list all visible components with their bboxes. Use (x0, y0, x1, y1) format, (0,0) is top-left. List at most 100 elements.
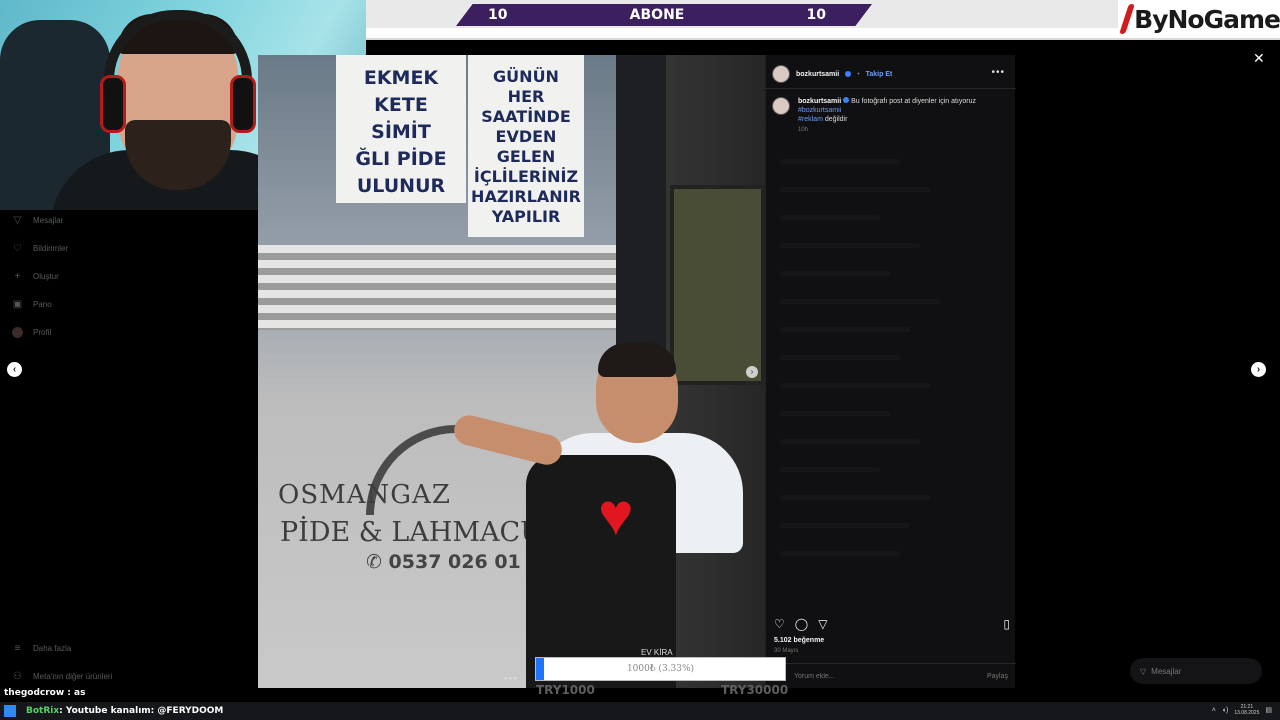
shop-subtitle: PİDE & LAHMACU (280, 517, 543, 548)
chat-message: thegodcrow : as (4, 688, 86, 698)
sign-line: SAATİNDE (481, 107, 571, 126)
next-post-button[interactable]: › (1251, 362, 1266, 377)
caption-time: 10h (798, 127, 809, 133)
sidebar-item-notifications[interactable]: ♡ Bildirimler (12, 243, 68, 254)
sidebar-item-meta-products[interactable]: ⚇ Meta'nın diğer ürünleri (12, 671, 112, 682)
post-caption: bozkurtsamii Bu fotoğrafı post at diyenl… (772, 97, 998, 135)
previous-post-button[interactable]: ‹ (7, 362, 22, 377)
bot-name: BotRix (26, 706, 60, 716)
caption-tail: değildir (824, 116, 848, 123)
chat-username: thegodcrow (4, 688, 65, 698)
sign-line: HAZIRLANIR (471, 187, 581, 206)
sidebar-item-label: Meta'nın diğer ürünleri (33, 672, 113, 681)
donation-goal-bar: 1000₺ (3.33%) (535, 657, 786, 681)
sidebar-item-more[interactable]: ≡ Daha fazla (12, 643, 72, 654)
like-heart-icon[interactable]: ♡ (774, 617, 785, 631)
menu-icon: ≡ (14, 643, 21, 654)
hashtag-link[interactable]: #reklam (798, 116, 823, 123)
follow-button[interactable]: Takip Et (866, 71, 893, 78)
comment-placeholder-line (780, 551, 900, 556)
sidebar-item-label: Mesajlar (33, 216, 64, 225)
heart-sticker-icon: ♥ (598, 481, 634, 548)
sign-line: ĞLI PİDE (355, 148, 447, 170)
messages-pill-label: Mesajlar (1151, 666, 1182, 676)
bot-text: Youtube kanalım: @FERYDOOM (65, 706, 224, 716)
author-username[interactable]: bozkurtsamii (796, 71, 839, 78)
messages-pill[interactable]: ▽ Mesajlar (1130, 658, 1262, 684)
shop-window (670, 185, 765, 385)
comment-input[interactable] (794, 672, 987, 680)
windows-start-icon[interactable] (4, 705, 16, 717)
post-header: bozkurtsamii • Takip Et (772, 61, 1010, 87)
hashtag-link[interactable]: #bozkurtsamii (798, 107, 841, 114)
verified-badge-icon (845, 71, 852, 77)
carousel-next-button[interactable]: › (746, 366, 758, 378)
sidebar-item-label: Profil (33, 328, 52, 337)
comment-placeholder-line (780, 383, 930, 388)
dot-separator: • (857, 70, 860, 78)
caption-text: bozkurtsamii Bu fotoğrafı post at diyenl… (798, 97, 998, 135)
plus-icon: + (14, 271, 21, 282)
like-count[interactable]: 5.102 beğenme (774, 637, 824, 644)
frosted-stripes (258, 245, 616, 330)
instagram-sidebar: ▽ Mesajlar ♡ Bildirimler + Oluştur ▣ Pan… (0, 210, 258, 698)
sidebar-item-create[interactable]: + Oluştur (12, 271, 59, 282)
close-icon[interactable]: ✕ (1253, 50, 1265, 67)
comment-bubble-icon[interactable]: ◯ (795, 617, 808, 631)
goal-right-label: TRY30000 (721, 683, 789, 697)
sidebar-item-profile[interactable]: Profil (12, 327, 51, 338)
sub-goal-label: ABONE (629, 7, 685, 23)
post-date: 30 Mayıs (774, 648, 799, 654)
comment-composer: Paylaş (766, 663, 1016, 688)
comment-placeholder-line (780, 411, 890, 416)
author-avatar[interactable] (772, 65, 790, 83)
subscriber-goal-banner: 10 ABONE 10 (456, 4, 872, 26)
comment-placeholder-line (780, 355, 900, 360)
window-sign-daily: GÜNÜN HER SAATİNDE EVDEN GELEN İÇLİLERİN… (468, 55, 584, 237)
window-sign-bread: EKMEK KETE SİMİT ĞLI PİDE ULUNUR (336, 55, 466, 203)
comment-placeholder-line (780, 467, 880, 472)
comment-placeholder-line (780, 327, 910, 332)
carousel-dots: ●●● (504, 676, 518, 682)
clock[interactable]: 21:21 13.08.2025 (1234, 704, 1259, 716)
headset-earcup-right (230, 75, 256, 133)
more-options-icon[interactable]: ••• (991, 67, 1005, 78)
comment-placeholder-line (780, 243, 920, 248)
apron-text: EV KİRA (641, 648, 673, 657)
comment-placeholder-line (780, 271, 890, 276)
caption-username[interactable]: bozkurtsamii (798, 98, 841, 105)
bynogame-logo: ByNoGame (1118, 0, 1280, 38)
volume-icon[interactable]: ◖) (1222, 707, 1229, 714)
caption-author-avatar[interactable] (772, 97, 790, 115)
goal-left-label: TRY1000 (536, 683, 595, 697)
comment-placeholder-line (780, 523, 910, 528)
comment-placeholder-line (780, 159, 900, 164)
comment-placeholder-line (780, 439, 920, 444)
chat-text: as (74, 688, 86, 698)
bot-message: BotRix: Youtube kanalım: @FERYDOOM (26, 706, 224, 716)
verified-badge-icon (843, 97, 850, 103)
sidebar-item-messages[interactable]: ▽ Mesajlar (12, 215, 64, 226)
donation-goal-label: 1000₺ (3.33%) (626, 664, 695, 674)
post-photo[interactable]: EKMEK KETE SİMİT ĞLI PİDE ULUNUR GÜNÜN H… (258, 55, 765, 688)
sign-line: İÇLİLERİNİZ (473, 167, 579, 186)
send-icon: ▽ (1140, 666, 1147, 676)
post-actions: ♡ ◯ ▽ ▯ (774, 617, 1010, 631)
chevron-up-icon[interactable]: ˄ (1212, 707, 1216, 714)
comment-placeholder-line (780, 495, 930, 500)
dashboard-icon: ▣ (12, 299, 23, 310)
sub-goal-left: 10 (488, 7, 508, 23)
bookmark-icon[interactable]: ▯ (1003, 617, 1010, 631)
share-send-icon[interactable]: ▽ (818, 617, 827, 631)
post-comment-button[interactable]: Paylaş (987, 673, 1008, 680)
sign-line: EKMEK (363, 67, 439, 89)
kid-hair (598, 343, 676, 377)
header-divider (766, 88, 1016, 89)
send-icon: ▽ (13, 215, 22, 226)
clock-date: 13.08.2025 (1234, 710, 1260, 716)
notification-icon[interactable]: ▤ (1265, 706, 1272, 714)
sign-line: GELEN (496, 147, 556, 166)
sub-goal-right: 10 (806, 7, 826, 23)
sidebar-item-dashboard[interactable]: ▣ Pano (12, 299, 52, 310)
comment-placeholder-line (780, 215, 880, 220)
